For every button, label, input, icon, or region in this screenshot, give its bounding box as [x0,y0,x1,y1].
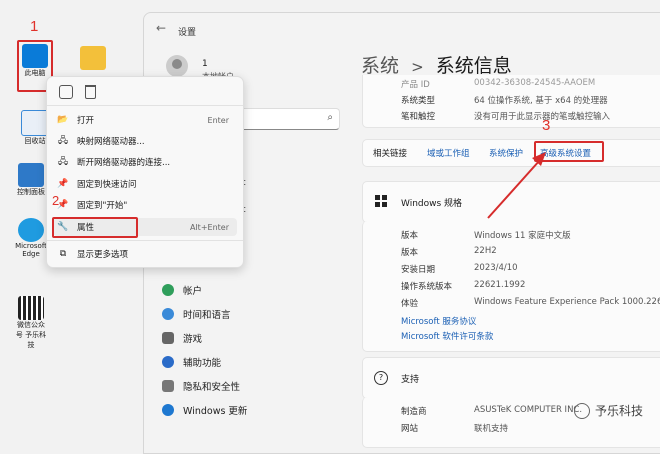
folder-open-icon: 📂 [57,115,69,125]
menu-item-label: 显示更多选项 [77,250,129,260]
watermark: 予乐科技 [574,402,643,419]
menu-item-label: 固定到"开始" [77,201,128,211]
context-menu: 📂 打开 Enter 🖧 映射网络驱动器... 🖧 断开网络驱动器的连接... … [46,76,244,268]
menu-item-show-more[interactable]: ⧉ 显示更多选项 [53,245,237,263]
annotation-box-properties [52,217,138,238]
menu-item-shortcut: Alt+Enter [189,222,229,232]
menu-divider [47,240,243,241]
more-options-icon: ⧉ [59,249,67,259]
network-drive-icon: 🖧 [57,136,69,146]
ai-icon[interactable] [59,85,73,99]
menu-item-label: 固定到快速访问 [77,180,137,190]
menu-item-shortcut: Enter [207,115,229,125]
wechat-icon [574,402,590,419]
menu-item-label: 映射网络驱动器... [77,137,145,147]
trash-icon[interactable] [85,85,96,99]
pin-icon: 📌 [57,179,69,189]
menu-item-label: 打开 [77,116,95,126]
watermark-text: 予乐科技 [595,404,644,418]
menu-item-open[interactable]: 📂 打开 Enter [53,111,237,129]
menu-item-pin-start[interactable]: 📌 固定到"开始" [53,196,237,214]
menu-item-map-drive[interactable]: 🖧 映射网络驱动器... [53,132,237,150]
menu-divider [47,105,243,106]
menu-item-label: 断开网络驱动器的连接... [77,158,171,168]
annotation-step-2: 2 [52,193,60,208]
menu-item-disconnect-drive[interactable]: 🖧 断开网络驱动器的连接... [53,153,237,171]
network-disconnect-icon: 🖧 [57,157,69,167]
menu-item-pin-quick-access[interactable]: 📌 固定到快速访问 [53,175,237,193]
